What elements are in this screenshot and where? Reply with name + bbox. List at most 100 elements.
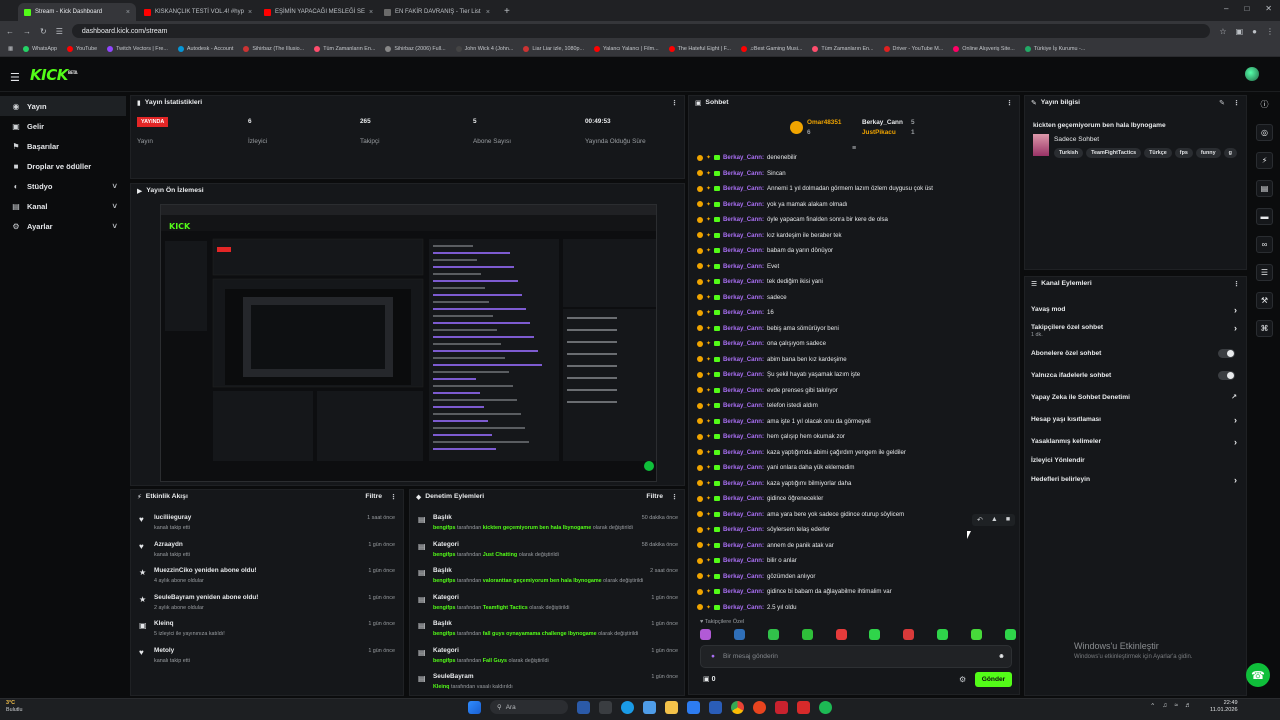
- chat-username[interactable]: Berkay_Cann:: [723, 278, 764, 285]
- chat-message[interactable]: ✦ Berkay_Cann: bilir o anlar: [697, 553, 1017, 569]
- sidebar-item-gear[interactable]: ⚙ Ayarlar ˅: [0, 216, 126, 236]
- more-icon[interactable]: ⋮: [671, 493, 678, 501]
- target-icon[interactable]: ◎: [1256, 124, 1273, 141]
- chat-message[interactable]: ✦ Berkay_Cann: gidince bi babam da ağlayab…: [697, 584, 1017, 600]
- chat-message[interactable]: ✦ Berkay_Cann: abim bana ben kız kardeşime: [697, 352, 1017, 368]
- emoji-icon[interactable]: ☻: [998, 653, 1005, 660]
- moderation-row[interactable]: ▤ SeuleBayram Kleinq tarafından vasalı kal…: [416, 671, 682, 697]
- emote-icon[interactable]: [971, 629, 982, 640]
- chat-username[interactable]: Berkay_Cann:: [723, 216, 764, 223]
- stream-preview-video[interactable]: KICK: [160, 204, 657, 482]
- chat-message[interactable]: ✦ Berkay_Cann: yok ya mamak alakam olmadı: [697, 197, 1017, 213]
- stream-tag[interactable]: funny: [1195, 148, 1221, 158]
- chat-username[interactable]: Berkay_Cann:: [723, 170, 764, 177]
- chat-username[interactable]: Berkay_Cann:: [723, 402, 764, 409]
- bookmark-item[interactable]: Tüm Zamanların En...: [812, 45, 874, 52]
- chat-message[interactable]: ✦ Berkay_Cann: sadece: [697, 290, 1017, 306]
- tab-close-icon[interactable]: ×: [369, 9, 373, 16]
- browser-tab[interactable]: EŞİMİN YAPACAĞI MESLEĞİ SE ×: [258, 3, 376, 21]
- bookmark-item[interactable]: YouTube: [66, 45, 97, 52]
- sidebar-item-gift[interactable]: ■ Droplar ve ödüller: [0, 156, 126, 176]
- browser-tab[interactable]: EN FAKİR DAVRANIŞ - Tier List ×: [378, 3, 496, 21]
- kick-logo[interactable]: KICKBETA: [30, 66, 78, 84]
- chat-username[interactable]: Berkay_Cann:: [723, 464, 764, 471]
- toggle-switch[interactable]: [1218, 349, 1235, 358]
- wrench-icon[interactable]: ⚒: [1256, 292, 1273, 309]
- maximize-icon[interactable]: □: [1244, 4, 1249, 13]
- spotify-icon[interactable]: [819, 700, 832, 714]
- chat-message[interactable]: ✦ Berkay_Cann: gözümden anlıyor: [697, 569, 1017, 585]
- channel-points[interactable]: ▣ 0: [703, 675, 715, 683]
- emote-icon[interactable]: [937, 629, 949, 640]
- task-view-icon[interactable]: [599, 700, 612, 714]
- chat-username[interactable]: Berkay_Cann:: [723, 449, 764, 456]
- support-chat-icon[interactable]: ☎: [1246, 663, 1270, 687]
- wifi-icon[interactable]: ≈: [1174, 702, 1178, 710]
- chat-message[interactable]: ✦ Berkay_Cann: 2.5 yıl oldu: [697, 600, 1017, 615]
- chat-message[interactable]: ✦ Berkay_Cann: ama işte 1 yıl olacak onu d…: [697, 414, 1017, 430]
- more-icon[interactable]: ⋮: [1233, 99, 1240, 107]
- bookmark-item[interactable]: Driver - YouTube M...: [883, 45, 943, 52]
- bookmark-item[interactable]: Yalancı Yalancı | Film...: [593, 45, 659, 52]
- speaker-icon[interactable]: ♫: [1162, 702, 1167, 710]
- activity-row[interactable]: ★ MuezzinCiko yeniden abone oldu! 4 aylık …: [137, 565, 399, 591]
- chat-username[interactable]: Berkay_Cann:: [723, 154, 764, 161]
- toggle-switch[interactable]: [1218, 371, 1235, 380]
- hamburger-menu-icon[interactable]: ☰: [10, 71, 20, 84]
- stream-tag[interactable]: Türkçe: [1144, 148, 1172, 158]
- activity-row[interactable]: ★ SeuleBayram yeniden abone oldu! 2 aylık …: [137, 592, 399, 618]
- reply-icon[interactable]: ↶: [977, 516, 983, 524]
- close-icon[interactable]: ✕: [1265, 4, 1272, 13]
- bookmark-item[interactable]: Türkiye İş Kurumu -...: [1024, 45, 1085, 52]
- bookmark-item[interactable]: The Hateful Eight | F...: [668, 45, 731, 52]
- activity-row[interactable]: ▣ Kleinq 5 izleyici ile yayınınıza katıldı…: [137, 618, 399, 644]
- chat-message[interactable]: ✦ Berkay_Cann: bebiş ama sömürüyor beni: [697, 321, 1017, 337]
- moderation-row[interactable]: ▤ Başlık bengifps tarafından valoranttan g…: [416, 565, 682, 591]
- filter-button[interactable]: Filtre: [365, 493, 382, 500]
- minimize-icon[interactable]: –: [1224, 4, 1228, 13]
- filter-button[interactable]: Filtre: [646, 493, 663, 500]
- send-button[interactable]: Gönder: [975, 672, 1012, 687]
- browser-tab[interactable]: KISKANÇLIK TESTİ VOL.4! #hyp ×: [138, 3, 256, 21]
- channel-action-row[interactable]: Hesap yaşı kısıtlaması ›: [1031, 415, 1241, 425]
- bookmark-star-icon[interactable]: ☆: [1219, 27, 1226, 36]
- forward-icon[interactable]: →: [23, 27, 31, 36]
- landscape-icon[interactable]: [577, 700, 590, 714]
- moderation-row[interactable]: ▤ Kategori bengifps tarafından Just Chatti…: [416, 539, 682, 565]
- chat-message[interactable]: ✦ Berkay_Cann: kaza yaptığımı bilmiyorlar …: [697, 476, 1017, 492]
- server-icon[interactable]: ☰: [1256, 264, 1273, 281]
- chat-message[interactable]: ✦ Berkay_Cann: Annemi 1 yıl dolmadan görme…: [697, 181, 1017, 197]
- chat-message[interactable]: ✦ Berkay_Cann: ama yara bere yok sadece gi…: [697, 507, 1017, 523]
- chat-message[interactable]: ✦ Berkay_Cann: tek dediğim ikisi yani: [697, 274, 1017, 290]
- sidebar-item-broadcast[interactable]: ◉ Yayın: [0, 96, 126, 116]
- chat-settings-icon[interactable]: ⚙: [959, 675, 966, 684]
- sidebar-item-wallet[interactable]: ▣ Gelir: [0, 116, 126, 136]
- bookmark-item[interactable]: John Wick 4 (John...: [455, 45, 513, 52]
- edit-icon[interactable]: ✎: [1219, 99, 1225, 107]
- channel-action-row[interactable]: İzleyici Yönlendir: [1031, 457, 1241, 464]
- chat-username[interactable]: Berkay_Cann:: [723, 573, 764, 580]
- site-info-icon[interactable]: ☰: [56, 27, 63, 36]
- taskbar-search[interactable]: ⚲ Ara: [490, 700, 568, 714]
- chat-message[interactable]: ✦ Berkay_Cann: Evet: [697, 259, 1017, 275]
- bookmark-item[interactable]: Sihirbaz (2006) Full...: [385, 45, 446, 52]
- bookmark-item[interactable]: ♫Best Gaming Musi...: [740, 45, 802, 52]
- chat-username[interactable]: Berkay_Cann:: [723, 418, 764, 425]
- apps-grid-icon[interactable]: ▦: [8, 46, 13, 52]
- chat-username[interactable]: Berkay_Cann:: [723, 201, 764, 208]
- sidebar-item-channel[interactable]: ▤ Kanal ˅: [0, 196, 126, 216]
- moderation-row[interactable]: ▤ Başlık bengifps tarafından kickten geçem…: [416, 512, 682, 538]
- bookmark-item[interactable]: Online Alışveriş Site...: [953, 45, 1015, 52]
- emote-icon[interactable]: [767, 629, 779, 640]
- chat-bubble-icon[interactable]: ▬: [1256, 208, 1273, 225]
- weather-widget[interactable]: 3°C Bulutlu: [6, 700, 22, 714]
- bookmark-item[interactable]: Sihirbaz (The Illusio...: [243, 45, 304, 52]
- bookmark-item[interactable]: Autodesk - Account: [177, 45, 233, 52]
- channel-action-row[interactable]: Yasaklanmış kelimeler ›: [1031, 437, 1241, 447]
- tab-close-icon[interactable]: ×: [248, 9, 252, 16]
- tab-close-icon[interactable]: ×: [126, 9, 130, 16]
- copilot-icon[interactable]: [643, 700, 656, 714]
- chat-username[interactable]: Berkay_Cann:: [723, 309, 764, 316]
- profile-icon[interactable]: ●: [1252, 27, 1257, 36]
- extensions-icon[interactable]: ▣: [1236, 27, 1244, 36]
